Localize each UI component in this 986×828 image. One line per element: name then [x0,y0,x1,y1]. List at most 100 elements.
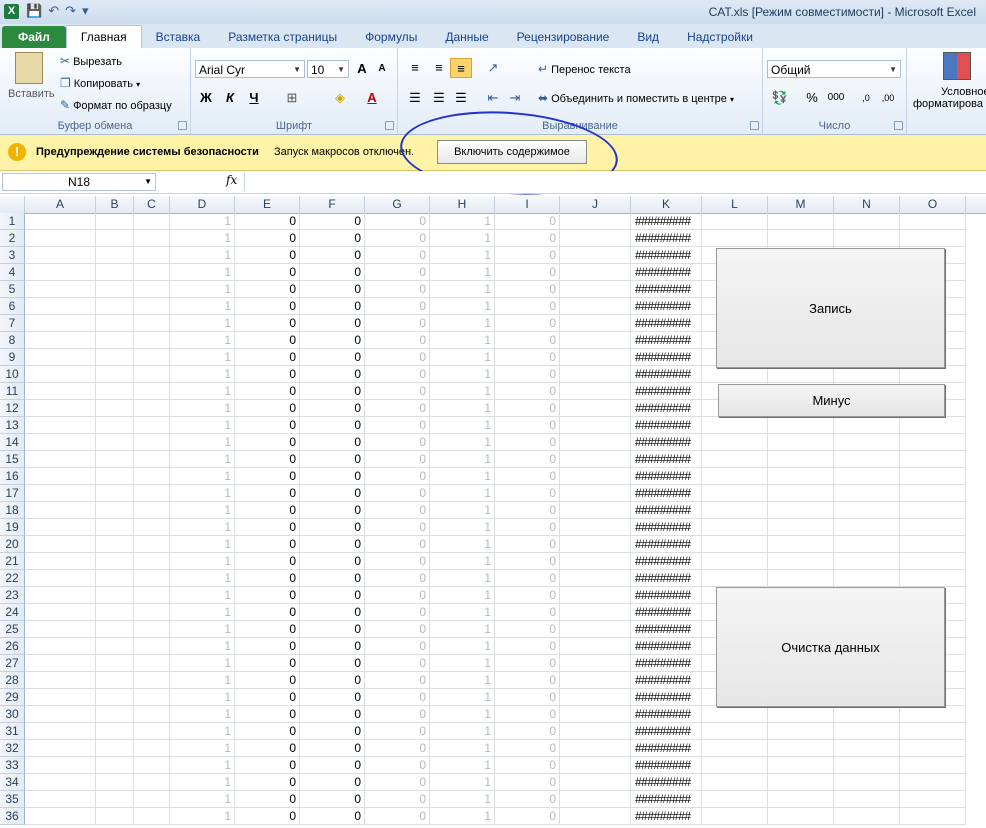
cell-e[interactable]: 0 [235,672,300,689]
cell-j[interactable] [560,417,631,434]
decrease-decimal-button[interactable]: ,00 [877,88,899,108]
cell-n[interactable] [834,434,900,451]
cell-a[interactable] [25,706,96,723]
cell-i[interactable]: 0 [495,689,560,706]
cell-d[interactable]: 1 [170,451,235,468]
cell-a[interactable] [25,604,96,621]
cell-f[interactable]: 0 [300,434,365,451]
cell-f[interactable]: 0 [300,740,365,757]
formula-input[interactable] [244,173,986,191]
cell-b[interactable] [96,247,134,264]
cell-e[interactable]: 0 [235,298,300,315]
cell-e[interactable]: 0 [235,553,300,570]
cell-g[interactable]: 0 [365,417,430,434]
cell-i[interactable]: 0 [495,451,560,468]
cell-f[interactable]: 0 [300,468,365,485]
cell-m[interactable] [768,451,834,468]
cell-k[interactable]: ######### [631,808,702,825]
cell-n[interactable] [834,757,900,774]
cell-j[interactable] [560,655,631,672]
cell-a[interactable] [25,723,96,740]
cell-d[interactable]: 1 [170,400,235,417]
cell-f[interactable]: 0 [300,264,365,281]
cell-b[interactable] [96,604,134,621]
cell-i[interactable]: 0 [495,213,560,230]
cell-c[interactable] [134,536,170,553]
cell-j[interactable] [560,587,631,604]
cell-j[interactable] [560,400,631,417]
column-header-o[interactable]: O [900,196,966,213]
cell-e[interactable]: 0 [235,740,300,757]
cell-a[interactable] [25,298,96,315]
cell-b[interactable] [96,315,134,332]
italic-button[interactable]: К [219,88,241,108]
cell-h[interactable]: 1 [430,383,495,400]
alignment-launcher[interactable] [750,121,759,130]
cell-i[interactable]: 0 [495,383,560,400]
cell-b[interactable] [96,485,134,502]
cell-d[interactable]: 1 [170,757,235,774]
cell-k[interactable]: ######### [631,485,702,502]
percent-button[interactable]: % [801,88,823,108]
cell-g[interactable]: 0 [365,400,430,417]
cell-e[interactable]: 0 [235,281,300,298]
cell-c[interactable] [134,213,170,230]
cell-m[interactable] [768,774,834,791]
cell-a[interactable] [25,757,96,774]
cell-l[interactable] [702,366,768,383]
cell-m[interactable] [768,366,834,383]
cell-b[interactable] [96,791,134,808]
cell-k[interactable]: ######### [631,281,702,298]
cell-l[interactable] [702,706,768,723]
cell-h[interactable]: 1 [430,757,495,774]
cell-e[interactable]: 0 [235,791,300,808]
cell-g[interactable]: 0 [365,519,430,536]
cell-a[interactable] [25,332,96,349]
row-header[interactable]: 9 [0,349,25,366]
cell-a[interactable] [25,383,96,400]
cell-e[interactable]: 0 [235,451,300,468]
cell-d[interactable]: 1 [170,604,235,621]
cell-h[interactable]: 1 [430,468,495,485]
cell-c[interactable] [134,281,170,298]
cell-k[interactable]: ######### [631,349,702,366]
cell-l[interactable] [702,213,768,230]
cell-c[interactable] [134,298,170,315]
cell-b[interactable] [96,400,134,417]
cell-i[interactable]: 0 [495,434,560,451]
cell-f[interactable]: 0 [300,230,365,247]
cell-c[interactable] [134,723,170,740]
cell-i[interactable]: 0 [495,672,560,689]
cell-e[interactable]: 0 [235,570,300,587]
cell-n[interactable] [834,366,900,383]
cell-i[interactable]: 0 [495,587,560,604]
tab-insert[interactable]: Вставка [142,26,215,48]
cell-a[interactable] [25,485,96,502]
cell-b[interactable] [96,774,134,791]
cell-c[interactable] [134,519,170,536]
cell-e[interactable]: 0 [235,808,300,825]
cell-h[interactable]: 1 [430,774,495,791]
cell-b[interactable] [96,672,134,689]
cell-h[interactable]: 1 [430,553,495,570]
cell-k[interactable]: ######### [631,536,702,553]
align-right-icon[interactable]: ☰ [450,88,472,108]
cell-a[interactable] [25,774,96,791]
cell-h[interactable]: 1 [430,451,495,468]
cell-f[interactable]: 0 [300,366,365,383]
cell-c[interactable] [134,349,170,366]
cell-i[interactable]: 0 [495,621,560,638]
cell-n[interactable] [834,468,900,485]
cell-g[interactable]: 0 [365,723,430,740]
cell-j[interactable] [560,791,631,808]
cell-a[interactable] [25,740,96,757]
cell-l[interactable] [702,757,768,774]
cell-m[interactable] [768,434,834,451]
column-header-k[interactable]: K [631,196,702,213]
row-header[interactable]: 7 [0,315,25,332]
cell-k[interactable]: ######### [631,468,702,485]
cell-d[interactable]: 1 [170,655,235,672]
cell-d[interactable]: 1 [170,740,235,757]
cell-k[interactable]: ######### [631,315,702,332]
cell-d[interactable]: 1 [170,281,235,298]
